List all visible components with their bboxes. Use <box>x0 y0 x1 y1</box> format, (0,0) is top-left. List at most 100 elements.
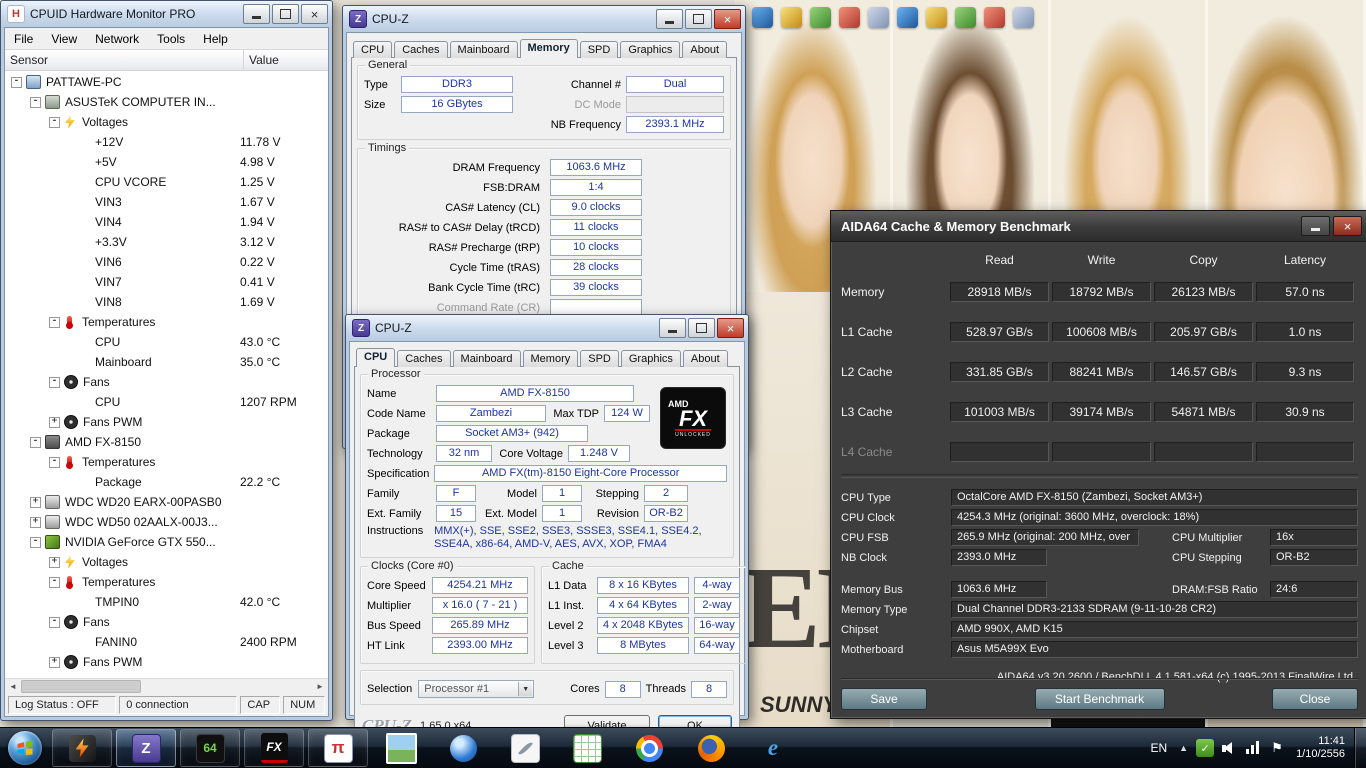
close-button[interactable]: × <box>1333 216 1362 236</box>
tree-row[interactable]: VIN7 0.41 V <box>5 272 328 292</box>
menu-network[interactable]: Network <box>86 32 148 46</box>
scroll-left-button[interactable]: ◄ <box>5 679 21 694</box>
menu-help[interactable]: Help <box>194 32 237 46</box>
taskbar-app-firefox[interactable] <box>682 730 740 766</box>
tree-row[interactable]: - ASUSTeK COMPUTER IN... <box>5 92 328 112</box>
tree-expander-icon[interactable]: + <box>49 416 60 428</box>
taskbar-app-hyperpi[interactable]: π <box>308 729 368 767</box>
cpuz-cpu-titlebar[interactable]: Z CPU-Z × <box>346 315 748 341</box>
tree-row[interactable]: VIN4 1.94 V <box>5 212 328 232</box>
tab-spd[interactable]: SPD <box>579 41 619 58</box>
cpuz-memory-titlebar[interactable]: Z CPU-Z × <box>343 6 745 32</box>
desktop-shortcut-icon[interactable] <box>781 7 802 28</box>
tree-row[interactable]: - Fans <box>5 372 328 392</box>
desktop-shortcut-icon[interactable] <box>984 7 1005 28</box>
tree-row[interactable]: - Temperatures <box>5 452 328 472</box>
tab-spd[interactable]: SPD <box>580 350 619 367</box>
tab-mainboard[interactable]: Mainboard <box>449 41 518 58</box>
taskbar-app-chrome[interactable] <box>620 730 678 766</box>
tree-row[interactable]: - PATTAWE-PC <box>5 72 328 92</box>
desktop-shortcut-icon[interactable] <box>810 7 831 28</box>
processor-select[interactable]: Processor #1 <box>418 680 535 698</box>
column-header-sensor[interactable]: Sensor <box>5 50 244 70</box>
desktop-shortcut-icon[interactable] <box>752 7 773 28</box>
tree-row[interactable]: +5V 4.98 V <box>5 152 328 172</box>
column-header-value[interactable]: Value <box>244 50 328 70</box>
tree-expander-icon[interactable]: - <box>49 456 60 468</box>
tree-expander-icon[interactable]: - <box>49 116 60 128</box>
tab-caches[interactable]: Caches <box>397 350 451 367</box>
close-button[interactable]: × <box>301 4 328 24</box>
tree-row[interactable]: + WDC WD20 EARX-00PASB0 <box>5 492 328 512</box>
horizontal-scrollbar[interactable]: ◄ ► <box>5 678 328 694</box>
tab-graphics[interactable]: Graphics <box>620 41 681 58</box>
tree-row[interactable]: Mainboard 35.0 °C <box>5 352 328 372</box>
tab-cpu[interactable]: CPU <box>353 41 393 58</box>
tab-memory[interactable]: Memory <box>519 39 578 58</box>
tree-row[interactable]: +12V 11.78 V <box>5 132 328 152</box>
desktop-shortcut-icon[interactable] <box>955 7 976 28</box>
tree-expander-icon[interactable]: - <box>49 316 60 328</box>
tree-expander-icon[interactable]: - <box>30 436 41 448</box>
tree-row[interactable]: - Temperatures <box>5 572 328 592</box>
tree-row[interactable]: + Fans PWM <box>5 412 328 432</box>
close-button[interactable]: × <box>717 318 744 338</box>
tree-row[interactable]: + Voltages <box>5 552 328 572</box>
tree-row[interactable]: - NVIDIA GeForce GTX 550... <box>5 532 328 552</box>
tree-row[interactable]: Package 22.2 °C <box>5 472 328 492</box>
close-button[interactable]: Close <box>1272 688 1358 710</box>
taskbar-app-grid-app[interactable] <box>558 730 616 766</box>
tree-row[interactable]: - Fans <box>5 612 328 632</box>
tree-row[interactable]: +3.3V 3.12 V <box>5 232 328 252</box>
minimize-button[interactable] <box>243 4 270 24</box>
minimize-button[interactable] <box>656 9 683 29</box>
start-benchmark-button[interactable]: Start Benchmark <box>1034 688 1165 710</box>
desktop-shortcut-icon[interactable] <box>839 7 860 28</box>
scroll-right-button[interactable]: ► <box>312 679 328 694</box>
tree-row[interactable]: CPU 1207 RPM <box>5 392 328 412</box>
tree-expander-icon[interactable]: - <box>49 376 60 388</box>
close-button[interactable]: × <box>714 9 741 29</box>
tree-expander-icon[interactable]: - <box>30 536 41 548</box>
minimize-button[interactable] <box>1301 216 1330 236</box>
tree-expander-icon[interactable]: - <box>49 576 60 588</box>
tree-row[interactable]: FANIN0 2400 RPM <box>5 632 328 652</box>
tree-row[interactable]: TMPIN0 42.0 °C <box>5 592 328 612</box>
tree-row[interactable]: VIN8 1.69 V <box>5 292 328 312</box>
tree-row[interactable]: - Voltages <box>5 112 328 132</box>
volume-icon[interactable] <box>1220 739 1238 757</box>
menu-tools[interactable]: Tools <box>148 32 194 46</box>
security-shield-icon[interactable]: ✓ <box>1196 739 1215 757</box>
minimize-button[interactable] <box>659 318 686 338</box>
tree-expander-icon[interactable]: + <box>49 556 60 568</box>
desktop-shortcut-icon[interactable] <box>1013 7 1034 28</box>
tree-expander-icon[interactable]: - <box>30 96 41 108</box>
language-indicator[interactable]: EN <box>1143 741 1174 755</box>
tree-row[interactable]: - AMD FX-8150 <box>5 432 328 452</box>
tree-row[interactable]: VIN6 0.22 V <box>5 252 328 272</box>
tab-cpu[interactable]: CPU <box>356 348 396 367</box>
tree-expander-icon[interactable]: + <box>49 656 60 668</box>
tab-about[interactable]: About <box>682 350 728 367</box>
tree-row[interactable]: - Temperatures <box>5 312 328 332</box>
tab-memory[interactable]: Memory <box>522 350 579 367</box>
taskbar-app-ie[interactable]: e <box>744 730 802 766</box>
hidden-icons-button[interactable]: ▲ <box>1174 743 1193 753</box>
start-button[interactable] <box>4 728 46 768</box>
aida64-titlebar[interactable]: AIDA64 Cache & Memory Benchmark × <box>831 211 1366 242</box>
tree-expander-icon[interactable]: - <box>49 616 60 628</box>
tree-expander-icon[interactable]: + <box>30 516 41 528</box>
desktop-shortcut-icon[interactable] <box>897 7 918 28</box>
tree-expander-icon[interactable]: + <box>30 496 41 508</box>
taskbar-app-blue-app[interactable] <box>434 730 492 766</box>
taskbar-app-photo[interactable] <box>372 730 430 766</box>
save-button[interactable]: Save <box>841 688 927 710</box>
show-desktop-button[interactable] <box>1354 728 1366 768</box>
tree-expander-icon[interactable]: - <box>11 76 22 88</box>
taskbar-app-cpuz[interactable]: Z <box>116 729 176 767</box>
maximize-button[interactable] <box>685 9 712 29</box>
taskbar-app-hwmonitor[interactable] <box>52 729 112 767</box>
tree-row[interactable]: CPU VCORE 1.25 V <box>5 172 328 192</box>
tree-row[interactable]: CPU 43.0 °C <box>5 332 328 352</box>
tree-row[interactable]: + Fans PWM <box>5 652 328 672</box>
